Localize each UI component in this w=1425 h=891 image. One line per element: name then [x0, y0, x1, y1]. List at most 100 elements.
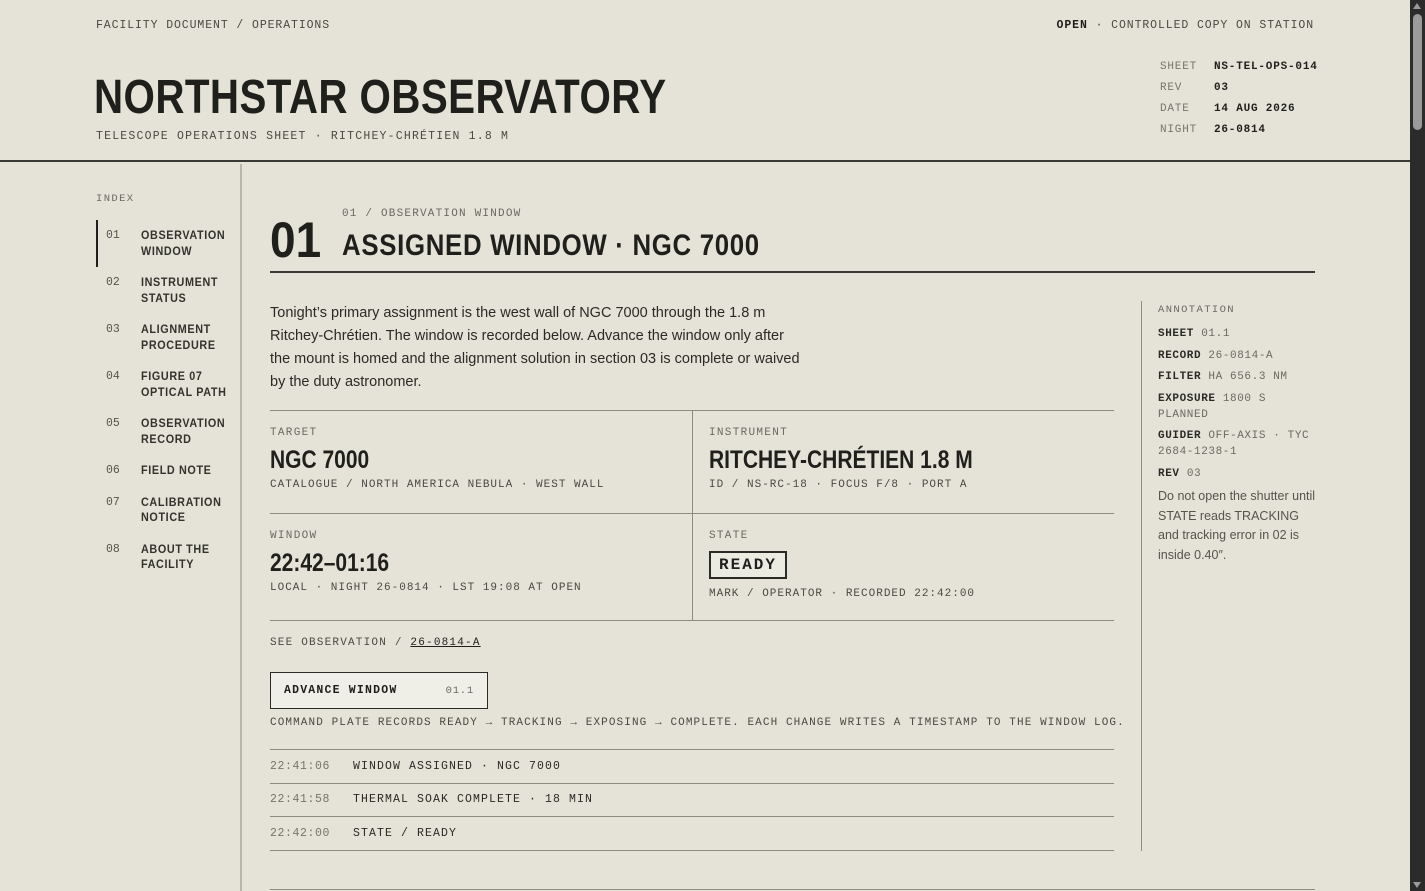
sidebar-item-alignment-procedure[interactable]: 03 ALIGNMENT PROCEDURE: [96, 314, 242, 361]
grid-row: WINDOW 22:42–01:16 LOCAL · NIGHT 26-0814…: [270, 514, 1114, 621]
section-intro: Tonight’s primary assignment is the west…: [270, 305, 800, 390]
meta-row: SHEET NS-TEL-OPS-014: [1160, 56, 1320, 77]
section-kicker: 01 / OBSERVATION WINDOW: [342, 208, 522, 220]
annotation-key: REV: [1158, 467, 1180, 480]
meta-row: NIGHT 26-0814: [1160, 119, 1320, 140]
window-details-grid: TARGET NGC 7000 CATALOGUE / NORTH AMERIC…: [270, 410, 1114, 621]
breadcrumb: FACILITY DOCUMENT / OPERATIONS: [96, 19, 331, 32]
log-text: THERMAL SOAK COMPLETE · 18 MIN: [353, 793, 594, 807]
annotation-note: Do not open the shutter until STATE read…: [1158, 489, 1316, 562]
log-row: 22:41:58 THERMAL SOAK COMPLETE · 18 MIN: [270, 784, 1114, 817]
annotation-panel: ANNOTATION SHEET 01.1 RECORD 26-0814-A F…: [1141, 301, 1321, 851]
sidebar-item-calibration-notice[interactable]: 07 CALIBRATION NOTICE: [96, 487, 242, 534]
grid-row: TARGET NGC 7000 CATALOGUE / NORTH AMERIC…: [270, 411, 1114, 514]
status-open: OPEN: [1056, 19, 1088, 32]
nav-number: 04: [106, 370, 120, 383]
nav-label: ABOUT THE FACILITY: [141, 541, 210, 572]
annotation-row: SHEET 01.1: [1158, 326, 1321, 342]
instrument-value: RITCHEY-CHRÉTIEN 1.8 M: [709, 446, 973, 474]
copy-status: OPEN · CONTROLLED COPY ON STATION: [1057, 19, 1314, 32]
annotation-row: RECORD 26-0814-A: [1158, 348, 1321, 364]
section-number: 01: [270, 212, 322, 268]
index-label: INDEX: [96, 193, 135, 205]
command-note: COMMAND PLATE RECORDS READY → TRACKING →…: [270, 717, 1125, 729]
sidebar-item-field-note[interactable]: 06 FIELD NOTE: [96, 455, 242, 487]
log-time: 22:42:00: [270, 826, 331, 840]
nav-number: 03: [106, 323, 120, 336]
page-subtitle: TELESCOPE OPERATIONS SHEET · RITCHEY-CHR…: [96, 130, 510, 143]
log-time: 22:41:58: [270, 793, 331, 807]
annotation-key: EXPOSURE: [1158, 392, 1216, 405]
log-text: WINDOW ASSIGNED · NGC 7000: [353, 759, 562, 773]
log-row: 22:41:06 WINDOW ASSIGNED · NGC 7000: [270, 750, 1114, 784]
nav-label: OBSERVATION WINDOW: [141, 228, 226, 258]
meta-value: 26-0814: [1214, 123, 1266, 136]
scroll-down-arrow-icon[interactable]: [1413, 882, 1421, 888]
state-badge: READY: [709, 551, 788, 579]
advance-label: ADVANCE WINDOW: [284, 684, 398, 697]
section-header: 01 01 / OBSERVATION WINDOW ASSIGNED WIND…: [270, 208, 1315, 273]
see-prefix: SEE OBSERVATION /: [270, 637, 411, 649]
meta-key: DATE: [1160, 102, 1190, 115]
window-log: 22:41:06 WINDOW ASSIGNED · NGC 7000 22:41…: [270, 749, 1114, 851]
meta-key: SHEET: [1160, 60, 1198, 73]
nav-label: ALIGNMENT PROCEDURE: [141, 322, 216, 352]
sheet-meta: SHEET NS-TEL-OPS-014 REV 03 DATE 14 AUG 202…: [1160, 56, 1320, 140]
section-divider: [270, 889, 1315, 890]
annotation-key: GUIDER: [1158, 430, 1202, 442]
window-cell: WINDOW 22:42–01:16 LOCAL · NIGHT 26-0814…: [270, 514, 692, 620]
nav-label: FIGURE 07 OPTICAL PATH: [141, 369, 227, 399]
page-title: NORTHSTAR OBSERVATORY: [94, 71, 667, 124]
see-observation: SEE OBSERVATION / 26-0814-A: [270, 637, 481, 649]
sidebar-item-observation-record[interactable]: 05 OBSERVATION RECORD: [96, 408, 242, 455]
annotation-value: 03: [1186, 467, 1202, 480]
index-nav: 01 OBSERVATION WINDOW 02 INSTRUMENT STATUS…: [96, 220, 242, 581]
state-cell: STATE READY MARK / OPERATOR · RECORDED 2…: [692, 514, 1114, 620]
meta-row: REV 03: [1160, 77, 1320, 98]
target-sub: CATALOGUE / NORTH AMERICA NEBULA · WEST …: [270, 479, 605, 491]
meta-key: NIGHT: [1160, 123, 1198, 136]
meta-key: REV: [1160, 81, 1183, 94]
meta-value: 03: [1214, 81, 1229, 94]
observation-link[interactable]: 26-0814-A: [410, 637, 480, 649]
sidebar-item-about-facility[interactable]: 08 ABOUT THE FACILITY: [96, 534, 242, 581]
log-text: STATE / READY: [353, 826, 458, 840]
sidebar-item-optical-path[interactable]: 04 FIGURE 07 OPTICAL PATH: [96, 361, 242, 408]
annotation-row: GUIDER OFF-AXIS · TYC 2684-1238-1: [1158, 428, 1321, 460]
nav-label: CALIBRATION NOTICE: [141, 494, 222, 525]
target-value: NGC 7000: [270, 446, 370, 474]
target-label: TARGET: [270, 427, 318, 439]
status-rest: · CONTROLLED COPY ON STATION: [1087, 19, 1314, 32]
state-sub: MARK / OPERATOR · RECORDED 22:42:00: [709, 588, 976, 600]
nav-number: 06: [106, 464, 120, 477]
nav-number: 02: [106, 276, 120, 289]
sidebar-index: INDEX 01 OBSERVATION WINDOW 02 INSTRUMENT …: [0, 164, 242, 891]
annotation-row: EXPOSURE 1800 S PLANNED: [1158, 391, 1321, 423]
nav-number: 07: [106, 495, 120, 509]
log-row: 22:42:00 STATE / READY: [270, 817, 1114, 851]
scroll-up-arrow-icon[interactable]: [1413, 3, 1421, 9]
state-label: STATE: [709, 530, 749, 542]
nav-number: 08: [106, 542, 120, 556]
annotation-value: 26-0814-A: [1208, 349, 1274, 362]
nav-label: FIELD NOTE: [141, 463, 212, 477]
advance-ref: 01.1: [445, 684, 474, 697]
annotation-row: REV 03: [1158, 466, 1321, 482]
annotation-key: RECORD: [1158, 349, 1202, 362]
scrollbar-thumb[interactable]: [1413, 14, 1422, 130]
sidebar-item-instrument-status[interactable]: 02 INSTRUMENT STATUS: [96, 267, 242, 314]
meta-row: DATE 14 AUG 2026: [1160, 98, 1320, 119]
window-sub: LOCAL · NIGHT 26-0814 · LST 19:08 AT OPE…: [270, 582, 582, 594]
meta-value: NS-TEL-OPS-014: [1214, 60, 1318, 73]
instrument-label: INSTRUMENT: [709, 427, 789, 439]
annotation-value: 01.1: [1201, 328, 1231, 340]
vertical-scrollbar[interactable]: [1410, 0, 1425, 891]
window-label: WINDOW: [270, 530, 318, 542]
log-time: 22:41:06: [270, 759, 331, 773]
annotation-key: FILTER: [1158, 371, 1202, 383]
advance-window-button[interactable]: ADVANCE WINDOW 01.1: [270, 672, 488, 709]
annotation-title: ANNOTATION: [1158, 304, 1236, 316]
nav-number: 01: [106, 229, 120, 242]
instrument-cell: INSTRUMENT RITCHEY-CHRÉTIEN 1.8 M ID / N…: [692, 411, 1114, 513]
sidebar-item-observation-window[interactable]: 01 OBSERVATION WINDOW: [96, 220, 242, 267]
